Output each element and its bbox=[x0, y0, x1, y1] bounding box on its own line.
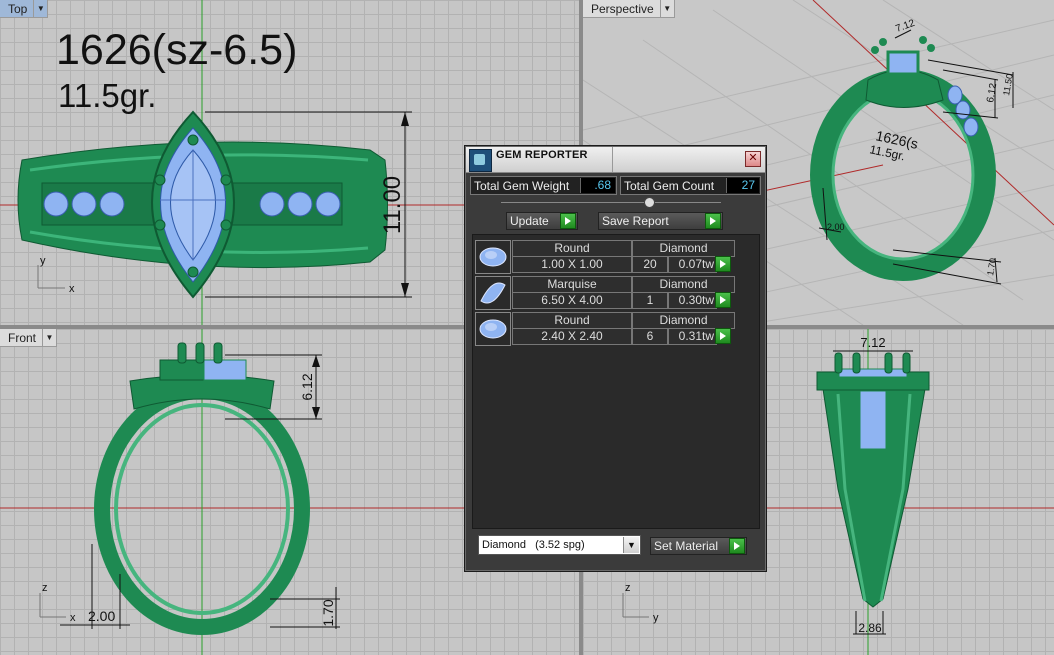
model-weight: 11.5gr. bbox=[58, 77, 157, 114]
close-icon[interactable]: ✕ bbox=[745, 151, 761, 167]
gem-row-action-button[interactable] bbox=[715, 256, 731, 272]
gem-row-action-button[interactable] bbox=[715, 328, 731, 344]
total-gem-count: Total Gem Count 27 bbox=[620, 176, 761, 195]
front-dim-width: 2.00 bbox=[88, 608, 115, 624]
play-arrow-icon bbox=[729, 538, 745, 554]
update-button[interactable]: Update bbox=[506, 212, 578, 230]
gem-reporter-app-icon bbox=[469, 149, 492, 172]
material-select[interactable]: Diamond (3.52 spg) ▼ bbox=[478, 535, 641, 555]
right-dim-bottom: 2.86 bbox=[858, 621, 882, 635]
chevron-down-icon[interactable]: ▼ bbox=[42, 329, 56, 346]
axis-y-label: y bbox=[40, 255, 46, 267]
viewport-top-label[interactable]: Top ▼ bbox=[0, 0, 49, 18]
viewport-perspective-label[interactable]: Perspective ▼ bbox=[583, 0, 675, 18]
model-title: 1626(sz-6.5) bbox=[56, 26, 298, 74]
gem-reporter-titlebar[interactable]: GEM REPORTER ✕ bbox=[466, 147, 765, 173]
chevron-down-icon[interactable]: ▼ bbox=[659, 0, 674, 17]
gem-list[interactable]: Round Diamond 1.00 X 1.00 20 0.07tw Marq… bbox=[472, 234, 760, 529]
axis-y-label: y bbox=[653, 612, 659, 624]
marquise-gem-icon bbox=[475, 276, 511, 310]
axis-z-label: z bbox=[625, 582, 631, 594]
panel-slider[interactable] bbox=[501, 197, 721, 208]
total-gem-weight-value: .68 bbox=[580, 178, 615, 193]
axis-x-label: x bbox=[69, 283, 75, 295]
save-report-button[interactable]: Save Report bbox=[598, 212, 723, 230]
right-dim-top: 7.12 bbox=[860, 335, 885, 350]
gem-reporter-panel[interactable]: GEM REPORTER ✕ Total Gem Weight .68 Tota… bbox=[464, 145, 767, 572]
gem-row[interactable]: Round Diamond 2.40 X 2.40 6 0.31tw bbox=[475, 311, 735, 346]
front-dim-height: 6.12 bbox=[299, 373, 315, 400]
play-arrow-icon bbox=[560, 213, 576, 229]
chevron-down-icon[interactable]: ▼ bbox=[623, 537, 639, 553]
gem-row-action-button[interactable] bbox=[715, 292, 731, 308]
persp-dim-b: 6.12 bbox=[985, 82, 999, 104]
viewport-front-label[interactable]: Front ▼ bbox=[0, 329, 58, 347]
axis-x-label: x bbox=[70, 612, 76, 624]
total-gem-weight: Total Gem Weight .68 bbox=[470, 176, 617, 195]
total-gem-count-value: 27 bbox=[726, 178, 759, 193]
gem-reporter-title: GEM REPORTER bbox=[496, 149, 588, 161]
round-gem-icon bbox=[475, 240, 511, 274]
title-divider bbox=[612, 147, 613, 172]
play-arrow-icon bbox=[705, 213, 721, 229]
chevron-down-icon[interactable]: ▼ bbox=[33, 0, 47, 17]
round-gem-icon bbox=[475, 312, 511, 346]
slider-handle[interactable] bbox=[644, 197, 655, 208]
gem-row[interactable]: Marquise Diamond 6.50 X 4.00 1 0.30tw bbox=[475, 275, 735, 310]
set-material-button[interactable]: Set Material bbox=[650, 537, 747, 555]
front-dim-thick: 1.70 bbox=[320, 599, 336, 626]
top-dim-height: 11.00 bbox=[379, 176, 406, 234]
axis-z-label: z bbox=[42, 582, 48, 594]
persp-dim-d: 2.00 bbox=[827, 222, 845, 232]
gem-row[interactable]: Round Diamond 1.00 X 1.00 20 0.07tw bbox=[475, 239, 735, 274]
